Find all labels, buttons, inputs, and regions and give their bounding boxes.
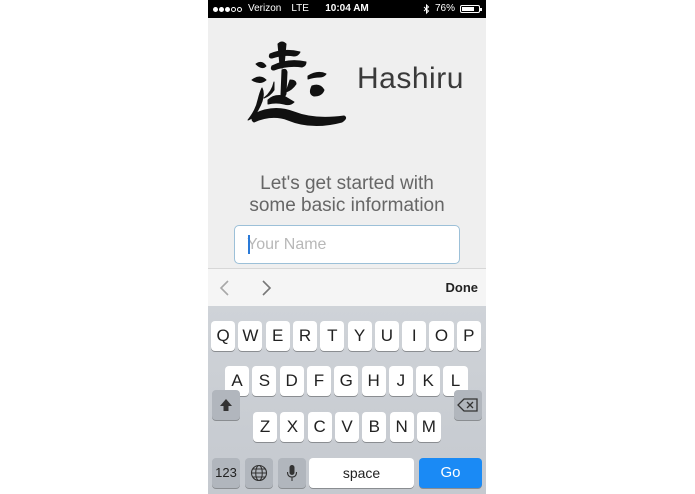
backspace-icon (457, 398, 478, 412)
status-bar: Verizon LTE 10:04 AM 76% (208, 0, 486, 18)
key-c[interactable]: C (307, 412, 332, 442)
go-button[interactable]: Go (419, 458, 482, 488)
bluetooth-icon (423, 3, 430, 14)
chevron-right-icon[interactable] (256, 278, 276, 298)
key-n[interactable]: N (389, 412, 414, 442)
key-x[interactable]: X (280, 412, 305, 442)
key-g[interactable]: G (334, 366, 359, 396)
key-b[interactable]: B (362, 412, 387, 442)
key-v[interactable]: V (334, 412, 360, 442)
key-t[interactable]: T (320, 321, 345, 351)
text-cursor (248, 235, 250, 254)
status-right: 76% (423, 0, 482, 18)
intro-text-line-1: Let's get started with (260, 173, 434, 194)
key-y[interactable]: Y (347, 321, 372, 351)
numbers-key[interactable]: 123 (212, 458, 240, 488)
key-h[interactable]: H (361, 366, 386, 396)
microphone-icon (286, 465, 298, 481)
phone-screen: Verizon LTE 10:04 AM 76% Hashiru Let's g… (208, 0, 486, 494)
shift-key[interactable] (212, 390, 240, 420)
key-o[interactable]: O (429, 321, 454, 351)
battery-icon (460, 5, 482, 13)
name-input[interactable] (234, 225, 460, 264)
globe-key[interactable] (245, 458, 273, 488)
key-i[interactable]: I (402, 321, 427, 351)
key-u[interactable]: U (374, 321, 399, 351)
globe-icon (250, 464, 268, 482)
chevron-left-icon[interactable] (216, 278, 236, 298)
key-f[interactable]: F (306, 366, 332, 396)
key-r[interactable]: R (292, 321, 318, 351)
hashiru-logo-icon (247, 41, 347, 126)
backspace-key[interactable] (454, 390, 482, 420)
battery-percent: 76% (434, 3, 455, 14)
app-title: Hashiru (357, 62, 464, 95)
shift-icon (220, 399, 232, 411)
key-p[interactable]: P (456, 321, 481, 351)
done-button[interactable]: Done (446, 280, 479, 295)
key-w[interactable]: W (238, 321, 263, 351)
key-d[interactable]: D (279, 366, 304, 396)
intro-text-line-2: some basic information (249, 195, 445, 216)
key-z[interactable]: Z (253, 412, 278, 442)
keyboard: QWERTYUIOP ASDFGHJKL ZXCVBNM 123 space G… (208, 306, 486, 494)
key-k[interactable]: K (416, 366, 441, 396)
key-e[interactable]: E (265, 321, 290, 351)
key-s[interactable]: S (252, 366, 277, 396)
key-m[interactable]: M (416, 412, 441, 442)
space-key[interactable]: space (309, 458, 414, 488)
keyboard-accessory-bar: Done (208, 268, 486, 307)
key-q[interactable]: Q (211, 321, 236, 351)
dictation-key[interactable] (278, 458, 306, 488)
key-j[interactable]: J (388, 366, 413, 396)
